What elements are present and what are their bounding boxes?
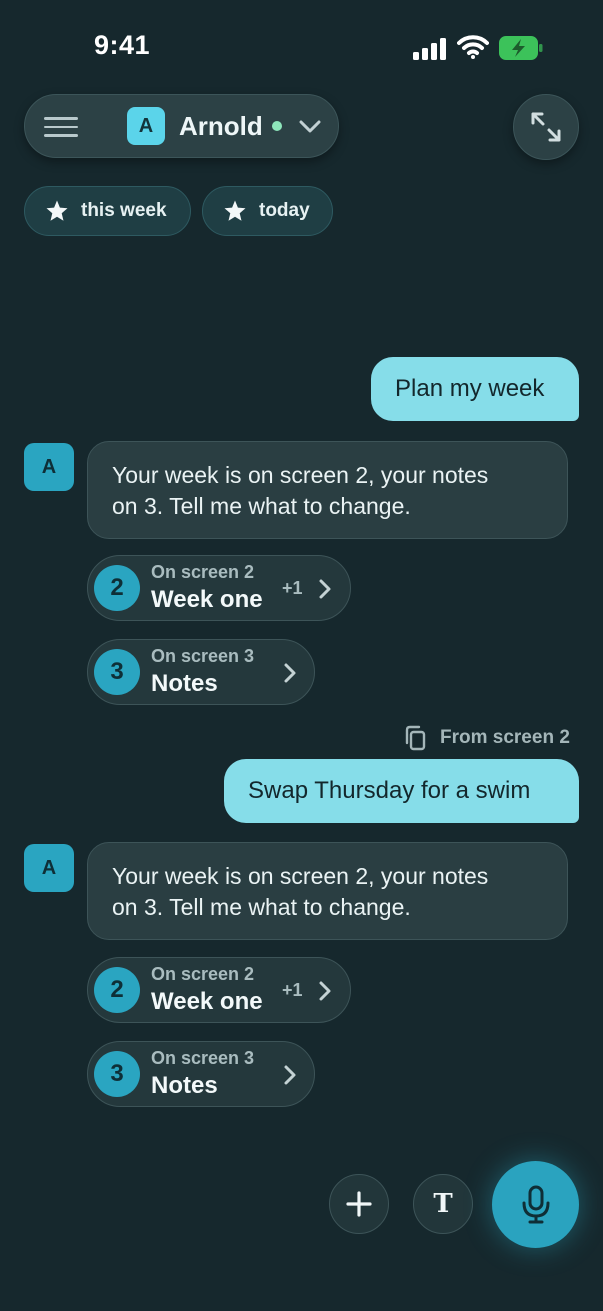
expand-button[interactable] (513, 94, 579, 160)
screen-number-badge: 3 (94, 649, 140, 695)
expand-arrows-icon (531, 112, 561, 142)
screen-card-extra-count: +1 (282, 980, 303, 1000)
chevron-down-icon[interactable] (298, 116, 322, 141)
screen-card-label: On screen 3 (151, 646, 255, 666)
chevron-right-icon (283, 1064, 297, 1091)
filter-chip-this-week[interactable]: this week (24, 186, 191, 236)
screen-card-label: On screen 2 (151, 964, 255, 984)
screen-card-notes[interactable]: 3 On screen 3 Notes (87, 1041, 315, 1107)
microphone-icon (522, 1185, 549, 1223)
copy-icon (404, 725, 426, 751)
filter-chip-label: today (259, 200, 310, 221)
user-message-text: Plan my week (395, 375, 545, 402)
from-screen-label: From screen 2 (440, 727, 570, 748)
from-screen-reference[interactable]: From screen 2 (404, 724, 570, 752)
screen-card-title: Week one (151, 988, 263, 1015)
screen-card-notes[interactable]: 3 On screen 3 Notes (87, 639, 315, 705)
online-status-dot (272, 121, 282, 131)
screen-number-badge: 3 (94, 1051, 140, 1097)
screen-card-title: Notes (151, 670, 218, 697)
screen-card-title: Week one (151, 586, 263, 613)
battery-charging-icon (499, 36, 543, 65)
filter-chip-today[interactable]: today (202, 186, 333, 236)
text-format-icon: T (433, 1189, 453, 1219)
star-icon (223, 199, 247, 223)
agent-message-line: on 3. Tell me what to change. (112, 493, 411, 519)
screen-card-label: On screen 2 (151, 562, 255, 582)
cellular-signal-icon (413, 38, 447, 65)
chevron-right-icon (283, 662, 297, 689)
microphone-button[interactable] (492, 1161, 579, 1248)
status-time: 9:41 (94, 30, 151, 60)
agent-avatar: A (24, 844, 74, 892)
user-message: Plan my week (371, 357, 579, 421)
text-input-button[interactable]: T (413, 1174, 473, 1234)
agent-message-line: Your week is on screen 2, your notes (112, 462, 489, 488)
chevron-right-icon (318, 578, 332, 605)
screen-card-extra-count: +1 (282, 578, 303, 598)
filter-chip-label: this week (81, 200, 167, 221)
chevron-right-icon (318, 980, 332, 1007)
agent-avatar: A (127, 107, 165, 145)
screen-card-label: On screen 3 (151, 1048, 255, 1068)
agent-avatar: A (24, 443, 74, 491)
user-message: Swap Thursday for a swim (224, 759, 579, 823)
add-button[interactable] (329, 1174, 389, 1234)
user-message-text: Swap Thursday for a swim (248, 777, 531, 804)
agent-name: Arnold (179, 111, 263, 141)
screen-number-badge: 2 (94, 967, 140, 1013)
screen-card-week-one[interactable]: 2 On screen 2 Week one +1 (87, 555, 351, 621)
screen-card-week-one[interactable]: 2 On screen 2 Week one +1 (87, 957, 351, 1023)
agent-message-line: on 3. Tell me what to change. (112, 894, 411, 920)
plus-icon (346, 1191, 372, 1217)
screen-card-title: Notes (151, 1072, 218, 1099)
agent-message: Your week is on screen 2, your notes on … (87, 441, 568, 539)
agent-message-line: Your week is on screen 2, your notes (112, 863, 489, 889)
screen-number-badge: 2 (94, 565, 140, 611)
wifi-icon (457, 35, 489, 64)
agent-message: Your week is on screen 2, your notes on … (87, 842, 568, 940)
star-icon (45, 199, 69, 223)
hamburger-menu-icon[interactable] (44, 117, 78, 137)
